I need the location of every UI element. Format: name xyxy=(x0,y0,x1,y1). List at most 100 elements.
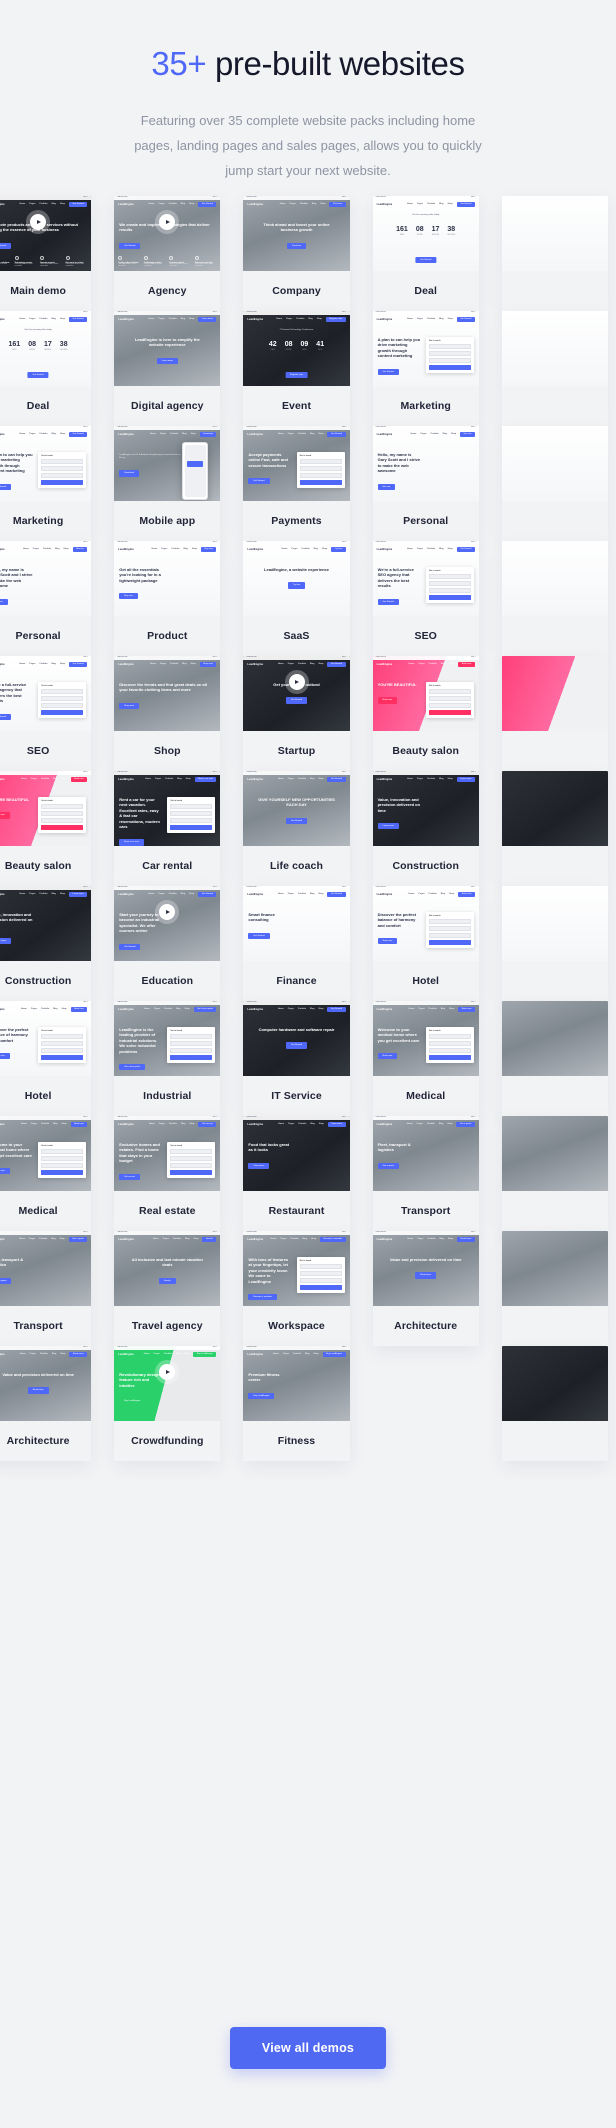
demo-card[interactable]: LEADENGINE●●● ☰LeadEngineHomePagesPortfo… xyxy=(0,426,92,541)
demo-thumbnail[interactable]: LEADENGINE●●● ☰LeadEngineHomePagesPortfo… xyxy=(114,426,221,501)
demo-thumbnail[interactable]: LEADENGINE●●● ☰LeadEngineHomePagesPortfo… xyxy=(243,541,350,616)
demo-card[interactable] xyxy=(501,771,609,886)
play-video-icon[interactable] xyxy=(30,213,47,230)
demo-card[interactable]: LEADENGINE●●● ☰LeadEngineHomePagesPortfo… xyxy=(0,771,92,886)
demo-thumbnail[interactable]: LEADENGINE●●● ☰LeadEngineHomePagesPortfo… xyxy=(0,426,92,501)
demo-thumbnail[interactable] xyxy=(501,541,609,616)
demo-card[interactable]: LEADENGINE●●● ☰LeadEngineHomePagesPortfo… xyxy=(372,196,479,311)
demo-card[interactable]: LEADENGINE●●● ☰LeadEngineHomePagesPortfo… xyxy=(0,1001,92,1116)
demo-thumbnail[interactable] xyxy=(501,1001,609,1076)
demo-thumbnail[interactable] xyxy=(501,771,609,846)
demo-thumbnail[interactable]: LEADENGINE●●● ☰LeadEngineHomePagesPortfo… xyxy=(243,1231,350,1306)
demo-card[interactable]: LEADENGINE●●● ☰LeadEngineHomePagesPortfo… xyxy=(243,196,350,311)
demo-card[interactable]: LEADENGINE●●● ☰LeadEngineHomePagesPortfo… xyxy=(114,311,221,426)
demo-card[interactable]: LEADENGINE●●● ☰LeadEngineHomePagesPortfo… xyxy=(0,541,92,656)
demo-card[interactable] xyxy=(501,426,609,541)
demo-thumbnail[interactable] xyxy=(501,311,609,386)
demo-thumbnail[interactable]: LEADENGINE●●● ☰LeadEngineHomePagesPortfo… xyxy=(114,1116,221,1191)
demo-card[interactable] xyxy=(501,311,609,426)
demo-card[interactable]: LEADENGINE●●● ☰LeadEngineHomePagesPortfo… xyxy=(114,426,221,541)
demo-card[interactable]: LEADENGINE●●● ☰LeadEngineHomePagesPortfo… xyxy=(0,1116,92,1231)
demo-thumbnail[interactable]: LEADENGINE●●● ☰LeadEngineHomePagesPortfo… xyxy=(372,1001,479,1076)
demo-card[interactable]: LEADENGINE●●● ☰LeadEngineHomePagesPortfo… xyxy=(114,1231,221,1346)
demo-thumbnail[interactable]: LEADENGINE●●● ☰LeadEngineHomePagesPortfo… xyxy=(372,311,479,386)
demo-thumbnail[interactable] xyxy=(501,1231,609,1306)
demo-thumbnail[interactable]: LEADENGINE●●● ☰LeadEngineHomePagesPortfo… xyxy=(243,1116,350,1191)
demo-card[interactable]: LEADENGINE●●● ☰LeadEngineHomePagesPortfo… xyxy=(114,541,221,656)
demo-thumbnail[interactable]: LEADENGINE●●● ☰LeadEngineHomePagesPortfo… xyxy=(372,886,479,961)
demo-card[interactable]: LEADENGINE●●● ☰LeadEngineHomePagesPortfo… xyxy=(372,541,479,656)
demo-card[interactable]: LEADENGINE●●● ☰LeadEngineHomePagesPortfo… xyxy=(243,1001,350,1116)
demo-card[interactable]: LEADENGINE●●● ☰LeadEngineHomePagesPortfo… xyxy=(372,656,479,771)
demo-card[interactable] xyxy=(501,196,609,311)
demo-card[interactable]: LEADENGINE●●● ☰LeadEngineHomePagesPortfo… xyxy=(243,1346,350,1461)
demo-card[interactable]: LEADENGINE●●● ☰LeadEngineHomePagesPortfo… xyxy=(243,311,350,426)
demo-thumbnail[interactable] xyxy=(501,1346,609,1421)
demo-card[interactable]: LEADENGINE●●● ☰LeadEngineHomePagesPortfo… xyxy=(243,426,350,541)
demo-thumbnail[interactable]: LEADENGINE●●● ☰LeadEngineHomePagesPortfo… xyxy=(114,196,221,271)
demo-thumbnail[interactable]: LEADENGINE●●● ☰LeadEngineHomePagesPortfo… xyxy=(372,426,479,501)
demo-thumbnail[interactable]: LEADENGINE●●● ☰LeadEngineHomePagesPortfo… xyxy=(0,1346,92,1421)
play-video-icon[interactable] xyxy=(159,213,176,230)
play-video-icon[interactable] xyxy=(288,673,305,690)
demo-thumbnail[interactable]: LEADENGINE●●● ☰LeadEngineHomePagesPortfo… xyxy=(114,1231,221,1306)
demo-card[interactable]: LEADENGINE●●● ☰LeadEngineHomePagesPortfo… xyxy=(243,541,350,656)
demo-card[interactable]: LEADENGINE●●● ☰LeadEngineHomePagesPortfo… xyxy=(114,886,221,1001)
demo-thumbnail[interactable]: LEADENGINE●●● ☰LeadEngineHomePagesPortfo… xyxy=(372,771,479,846)
demo-thumbnail[interactable]: LEADENGINE●●● ☰LeadEngineHomePagesPortfo… xyxy=(243,1346,350,1421)
demo-thumbnail[interactable]: LEADENGINE●●● ☰LeadEngineHomePagesPortfo… xyxy=(243,771,350,846)
demo-thumbnail[interactable]: LEADENGINE●●● ☰LeadEngineHomePagesPortfo… xyxy=(372,1231,479,1306)
demo-thumbnail[interactable]: LEADENGINE●●● ☰LeadEngineHomePagesPortfo… xyxy=(0,771,92,846)
demo-thumbnail[interactable]: LEADENGINE●●● ☰LeadEngineHomePagesPortfo… xyxy=(0,541,92,616)
demo-thumbnail[interactable]: LEADENGINE●●● ☰LeadEngineHomePagesPortfo… xyxy=(114,771,221,846)
demo-card[interactable]: LEADENGINE●●● ☰LeadEngineHomePagesPortfo… xyxy=(372,1231,479,1346)
demo-card[interactable]: LEADENGINE●●● ☰LeadEngineHomePagesPortfo… xyxy=(372,771,479,886)
demo-thumbnail[interactable]: LEADENGINE●●● ☰LeadEngineHomePagesPortfo… xyxy=(0,311,92,386)
demo-card[interactable] xyxy=(501,541,609,656)
demo-card[interactable]: LEADENGINE●●● ☰LeadEngineHomePagesPortfo… xyxy=(372,311,479,426)
demo-thumbnail[interactable]: LEADENGINE●●● ☰LeadEngineHomePagesPortfo… xyxy=(243,1001,350,1076)
demo-card[interactable]: LEADENGINE●●● ☰LeadEngineHomePagesPortfo… xyxy=(372,886,479,1001)
demo-thumbnail[interactable]: LEADENGINE●●● ☰LeadEngineHomePagesPortfo… xyxy=(372,656,479,731)
demo-thumbnail[interactable]: LEADENGINE●●● ☰LeadEngineHomePagesPortfo… xyxy=(114,886,221,961)
demo-card[interactable]: LEADENGINE●●● ☰LeadEngineHomePagesPortfo… xyxy=(0,656,92,771)
demo-card[interactable]: LEADENGINE●●● ☰LeadEngineHomePagesPortfo… xyxy=(0,886,92,1001)
demo-thumbnail[interactable]: LEADENGINE●●● ☰LeadEngineHomePagesPortfo… xyxy=(0,1116,92,1191)
demo-thumbnail[interactable]: LEADENGINE●●● ☰LeadEngineHomePagesPortfo… xyxy=(114,1001,221,1076)
demo-thumbnail[interactable]: LEADENGINE●●● ☰LeadEngineHomePagesPortfo… xyxy=(0,656,92,731)
demo-thumbnail[interactable]: LEADENGINE●●● ☰LeadEngineHomePagesPortfo… xyxy=(243,196,350,271)
view-all-demos-button[interactable]: View all demos xyxy=(229,2027,387,2069)
demo-thumbnail[interactable] xyxy=(501,886,609,961)
demo-card[interactable]: LEADENGINE●●● ☰LeadEngineHomePagesPortfo… xyxy=(243,1116,350,1231)
demo-card[interactable]: LEADENGINE●●● ☰LeadEngineHomePagesPortfo… xyxy=(243,886,350,1001)
demo-thumbnail[interactable]: LEADENGINE●●● ☰LeadEngineHomePagesPortfo… xyxy=(243,886,350,961)
demo-card[interactable] xyxy=(501,1001,609,1116)
demo-card[interactable]: LEADENGINE●●● ☰LeadEngineHomePagesPortfo… xyxy=(0,1346,92,1461)
demo-thumbnail[interactable]: LEADENGINE●●● ☰LeadEngineHomePagesPortfo… xyxy=(114,656,221,731)
demo-thumbnail[interactable]: LEADENGINE●●● ☰LeadEngineHomePagesPortfo… xyxy=(372,196,479,271)
demo-card[interactable]: LEADENGINE●●● ☰LeadEngineHomePagesPortfo… xyxy=(0,311,92,426)
demo-thumbnail[interactable]: LEADENGINE●●● ☰LeadEngineHomePagesPortfo… xyxy=(114,1346,221,1421)
demo-card[interactable]: LEADENGINE●●● ☰LeadEngineHomePagesPortfo… xyxy=(372,1116,479,1231)
demo-card[interactable] xyxy=(501,1346,609,1461)
demo-thumbnail[interactable]: LEADENGINE●●● ☰LeadEngineHomePagesPortfo… xyxy=(372,541,479,616)
demo-card[interactable]: LEADENGINE●●● ☰LeadEngineHomePagesPortfo… xyxy=(114,1346,221,1461)
demo-card[interactable]: LEADENGINE●●● ☰LeadEngineHomePagesPortfo… xyxy=(372,426,479,541)
demo-card[interactable] xyxy=(501,886,609,1001)
demo-thumbnail[interactable] xyxy=(501,426,609,501)
demo-thumbnail[interactable] xyxy=(501,656,609,731)
demo-thumbnail[interactable]: LEADENGINE●●● ☰LeadEngineHomePagesPortfo… xyxy=(0,1231,92,1306)
demo-thumbnail[interactable]: LEADENGINE●●● ☰LeadEngineHomePagesPortfo… xyxy=(243,656,350,731)
demo-thumbnail[interactable]: LEADENGINE●●● ☰LeadEngineHomePagesPortfo… xyxy=(114,541,221,616)
demo-card[interactable]: LEADENGINE●●● ☰LeadEngineHomePagesPortfo… xyxy=(243,656,350,771)
demo-thumbnail[interactable]: LEADENGINE●●● ☰LeadEngineHomePagesPortfo… xyxy=(243,426,350,501)
demo-card[interactable]: LEADENGINE●●● ☰LeadEngineHomePagesPortfo… xyxy=(114,1116,221,1231)
demo-card[interactable]: LEADENGINE●●● ☰LeadEngineHomePagesPortfo… xyxy=(0,196,92,311)
play-video-icon[interactable] xyxy=(159,903,176,920)
demo-card[interactable] xyxy=(501,1116,609,1231)
demo-thumbnail[interactable]: LEADENGINE●●● ☰LeadEngineHomePagesPortfo… xyxy=(0,196,92,271)
demo-card[interactable]: LEADENGINE●●● ☰LeadEngineHomePagesPortfo… xyxy=(0,1231,92,1346)
play-video-icon[interactable] xyxy=(159,1363,176,1380)
demo-card[interactable]: LEADENGINE●●● ☰LeadEngineHomePagesPortfo… xyxy=(114,656,221,771)
demo-card[interactable] xyxy=(501,1231,609,1346)
